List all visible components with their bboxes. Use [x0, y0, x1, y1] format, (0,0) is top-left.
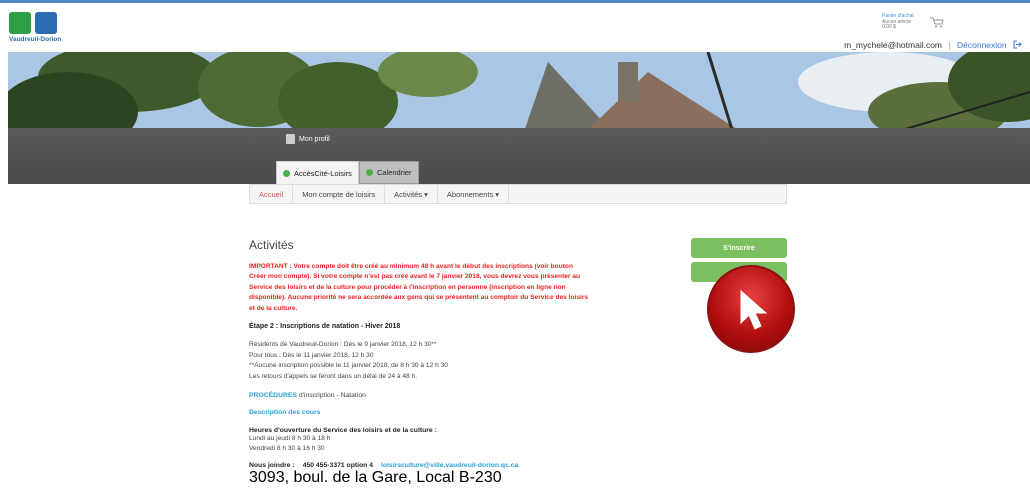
date-line: **Aucune inscription possible le 11 janv… [249, 362, 448, 370]
main-content: Activités IMPORTANT : Votre compte doit … [249, 238, 679, 487]
profile-label: Mon profil [299, 135, 330, 143]
dates-list: Résidents de Vaudreuil-Dorion : Dès le 9… [249, 340, 679, 382]
logo-leaf-icon [9, 12, 31, 34]
hours-list: Lundi au jeudi 8 h 30 à 18 h Vendredi 8 … [249, 434, 679, 454]
page-title: Activités [249, 238, 294, 252]
contact-label: Nous joindre : [249, 462, 295, 470]
pointer-icon [740, 289, 768, 330]
hours-line: Lundi au jeudi 8 h 30 à 18 h [249, 435, 331, 443]
plus-circle-icon [365, 169, 373, 176]
user-bar: m_mychele@hotmail.com | Déconnexion [844, 40, 1022, 50]
procedures-line: PROCÉDURES d'inscription - Natation [249, 392, 679, 399]
nav-accueil[interactable]: Accueil [250, 185, 294, 203]
course-description-link[interactable]: Description des cours [249, 409, 679, 416]
contact-line: Nous joindre : 450 455-3371 option 4 loi… [249, 462, 679, 469]
profile-icon [286, 134, 295, 144]
nav-abonnements[interactable]: Abonnements ▾ [438, 185, 510, 203]
logo-text: Vaudreuil-Dorion [9, 36, 62, 43]
date-line: Les retours d'appels se feront dans un d… [249, 372, 418, 380]
top-header: Vaudreuil-Dorion Panier d'achat Aucun ar… [0, 0, 1030, 52]
hours-title: Heures d'ouverture du Service des loisir… [249, 427, 437, 435]
user-email: m_mychele@hotmail.com [844, 40, 943, 50]
contact-address: 3093, boul. de la Gare, Local B-230 [249, 469, 502, 487]
nav-activites[interactable]: Activités ▾ [385, 185, 438, 203]
contact-phone: 450 455-3371 option 4 [302, 462, 373, 470]
important-notice: IMPORTANT : Votre compte doit être créé … [249, 263, 589, 312]
shopping-cart[interactable]: Panier d'achat Aucun article 0.00 $ [882, 13, 1002, 36]
tab-accescite-loisirs[interactable]: AccèsCité-Loisirs [276, 161, 359, 184]
separator: | [948, 40, 951, 50]
hours-line: Vendredi 8 h 30 à 16 h 30 [249, 445, 325, 453]
logo-mark [9, 12, 69, 34]
procedures-link[interactable]: PROCÉDURES [249, 392, 297, 399]
nav-mon-compte[interactable]: Mon compte de loisirs [293, 185, 386, 203]
logout-icon[interactable] [1013, 40, 1022, 49]
logout-link[interactable]: Déconnexion [957, 40, 1007, 50]
etape-heading: Étape 2 : Inscriptions de natation - Hiv… [249, 323, 401, 331]
tab-calendrier[interactable]: Calendrier [358, 161, 419, 184]
city-logo[interactable]: Vaudreuil-Dorion [9, 12, 69, 50]
procedures-text: d'inscription - Natation [296, 392, 366, 400]
cart-icon [930, 17, 944, 28]
cursor-highlight [707, 265, 795, 353]
tab-label: Calendrier [376, 168, 412, 177]
date-line: Résidents de Vaudreuil-Dorion : Dès le 9… [249, 341, 437, 349]
main-nav: Accueil Mon compte de loisirs Activités … [249, 184, 787, 204]
plus-circle-icon [283, 169, 290, 177]
tab-label: AccèsCité-Loisirs [294, 168, 352, 178]
menu-band [8, 128, 1030, 184]
inscrire-button[interactable]: S'inscrire [691, 238, 787, 258]
logo-square-icon [35, 12, 57, 34]
date-line: Pour tous : Dès le 11 janvier 2018, 12 h… [249, 351, 374, 359]
tab-bar: AccèsCité-Loisirs Calendrier [276, 161, 419, 184]
page: Vaudreuil-Dorion Panier d'achat Aucun ar… [0, 0, 1030, 499]
contact-email[interactable]: loisirsculture@ville.vaudreuil-dorion.qc… [381, 462, 518, 469]
profile-link[interactable]: Mon profil [286, 134, 330, 144]
